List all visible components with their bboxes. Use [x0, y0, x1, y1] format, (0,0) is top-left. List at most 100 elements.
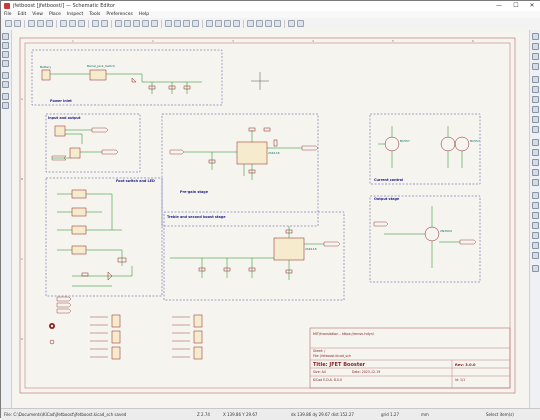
place-symbol-icon[interactable]	[532, 53, 539, 60]
menu-tools[interactable]: Tools	[86, 11, 103, 18]
output-jack-symbol[interactable]	[69, 147, 81, 159]
print-icon[interactable]	[37, 20, 44, 27]
assign-footprints-icon[interactable]	[265, 20, 272, 27]
hidden-pins-icon[interactable]	[2, 72, 9, 79]
net-label-icon[interactable]	[532, 139, 539, 146]
add-lines-icon[interactable]	[532, 242, 539, 249]
tone-block-title: Treble and second boost stage	[167, 215, 226, 219]
power-components[interactable]	[131, 77, 191, 90]
schematic-canvas[interactable]: 1 2 3 4 5 6 A B C D Power inlet Battery Barrel_J…	[12, 30, 529, 408]
rotate-cw-icon[interactable]	[174, 20, 181, 27]
add-circle-icon[interactable]	[532, 222, 539, 229]
minimize-button[interactable]: —	[491, 1, 507, 11]
wire-to-bus-icon[interactable]	[532, 96, 539, 103]
battery-symbol[interactable]	[41, 69, 51, 81]
line-mode-icon[interactable]	[2, 81, 9, 88]
add-image-icon[interactable]	[532, 252, 539, 259]
title-bar: jfetboost [jfetboost/] — Schematic Edito…	[1, 1, 540, 11]
svg-text:5: 5	[392, 39, 394, 43]
zoom-object-icon[interactable]	[151, 20, 158, 27]
redo-icon[interactable]	[78, 20, 85, 27]
barrel-jack-symbol[interactable]	[89, 69, 107, 81]
paste-icon[interactable]	[60, 20, 67, 27]
q2-jfet-symbol[interactable]	[273, 237, 305, 261]
hierarchy-icon[interactable]	[206, 20, 213, 27]
footprint-editor-icon[interactable]	[233, 20, 240, 27]
properties-panel-icon[interactable]	[2, 102, 9, 109]
global-label-icon[interactable]	[532, 149, 539, 156]
mirror-v-icon[interactable]	[183, 20, 190, 27]
bus-to-bus-icon[interactable]	[532, 106, 539, 113]
mirror-h-icon[interactable]	[192, 20, 199, 27]
no-connect-icon[interactable]	[532, 116, 539, 123]
menu-help[interactable]: Help	[136, 11, 152, 18]
cursor-crosshair-icon[interactable]	[2, 60, 9, 67]
select-arrow-icon[interactable]	[532, 33, 539, 40]
new-file-icon[interactable]	[5, 20, 12, 27]
cursor-crosshair	[251, 72, 269, 90]
current-block-title: Current control	[374, 178, 403, 182]
toolbar-divider	[56, 20, 57, 28]
units-inch-icon[interactable]	[2, 42, 9, 49]
close-button[interactable]: ✕	[524, 1, 540, 11]
hier-sheet-icon[interactable]	[532, 169, 539, 176]
hierarchy-nav-icon[interactable]	[2, 93, 9, 100]
menu-edit[interactable]: Edit	[15, 11, 30, 18]
footswitch-symbols[interactable]	[71, 189, 87, 255]
add-rectangle-icon[interactable]	[532, 212, 539, 219]
svg-text:3: 3	[232, 39, 234, 43]
pin-header-symbols[interactable]	[111, 314, 203, 360]
current-transistors[interactable]	[384, 136, 470, 152]
junction-icon[interactable]	[532, 126, 539, 133]
kicad-app-icon	[4, 3, 10, 9]
power-block-title: Power inlet	[50, 99, 72, 103]
rotate-ccw-icon[interactable]	[165, 20, 172, 27]
bom-icon[interactable]	[274, 20, 281, 27]
menu-preferences[interactable]: Preferences	[103, 11, 135, 18]
add-wire-icon[interactable]	[532, 76, 539, 83]
q1-jfet-symbol[interactable]	[236, 141, 268, 165]
add-bus-icon[interactable]	[532, 86, 539, 93]
find-replace-icon[interactable]	[101, 20, 108, 27]
annotate-icon[interactable]	[247, 20, 254, 27]
import-sheet-pin-icon[interactable]	[532, 179, 539, 186]
symbol-browser-icon[interactable]	[224, 20, 231, 27]
save-icon[interactable]	[14, 20, 21, 27]
toolbar-divider	[161, 20, 162, 28]
zoom-in-icon[interactable]	[124, 20, 131, 27]
menu-view[interactable]: View	[29, 11, 46, 18]
python-console-icon[interactable]	[297, 20, 304, 27]
undo-icon[interactable]	[69, 20, 76, 27]
find-icon[interactable]	[92, 20, 99, 27]
symbol-editor-icon[interactable]	[215, 20, 222, 27]
add-arc-icon[interactable]	[532, 232, 539, 239]
pcb-editor-icon[interactable]	[288, 20, 295, 27]
grid-icon[interactable]	[2, 33, 9, 40]
maximize-button[interactable]: ☐	[508, 1, 524, 11]
output-block-title: Output stage	[374, 197, 400, 201]
q6-transistor-symbol[interactable]	[424, 226, 440, 242]
title-sheet: Sheet: /	[313, 349, 326, 353]
zoom-fit-icon[interactable]	[142, 20, 149, 27]
menu-inspect[interactable]: Inspect	[64, 11, 86, 18]
highlight-net-icon[interactable]	[532, 43, 539, 50]
menu-file[interactable]: File	[1, 11, 15, 18]
page-settings-icon[interactable]	[28, 20, 35, 27]
led-resistor-symbols[interactable]	[81, 257, 127, 281]
add-textbox-icon[interactable]	[532, 202, 539, 209]
place-power-icon[interactable]	[532, 63, 539, 70]
refresh-icon[interactable]	[115, 20, 122, 27]
menu-place[interactable]: Place	[46, 11, 64, 18]
add-text-icon[interactable]	[532, 192, 539, 199]
zoom-out-icon[interactable]	[133, 20, 140, 27]
units-mm-icon[interactable]	[2, 51, 9, 58]
delete-tool-icon[interactable]	[532, 265, 539, 272]
input-jack-symbol[interactable]	[54, 125, 66, 137]
power-wires	[50, 73, 202, 94]
svg-text:D: D	[21, 337, 24, 341]
title-file: File: jfetboost.kicad_sch	[313, 354, 351, 358]
hier-label-icon[interactable]	[532, 159, 539, 166]
plot-icon[interactable]	[46, 20, 53, 27]
title-id: Id: 1/1	[455, 378, 465, 382]
erc-icon[interactable]	[256, 20, 263, 27]
